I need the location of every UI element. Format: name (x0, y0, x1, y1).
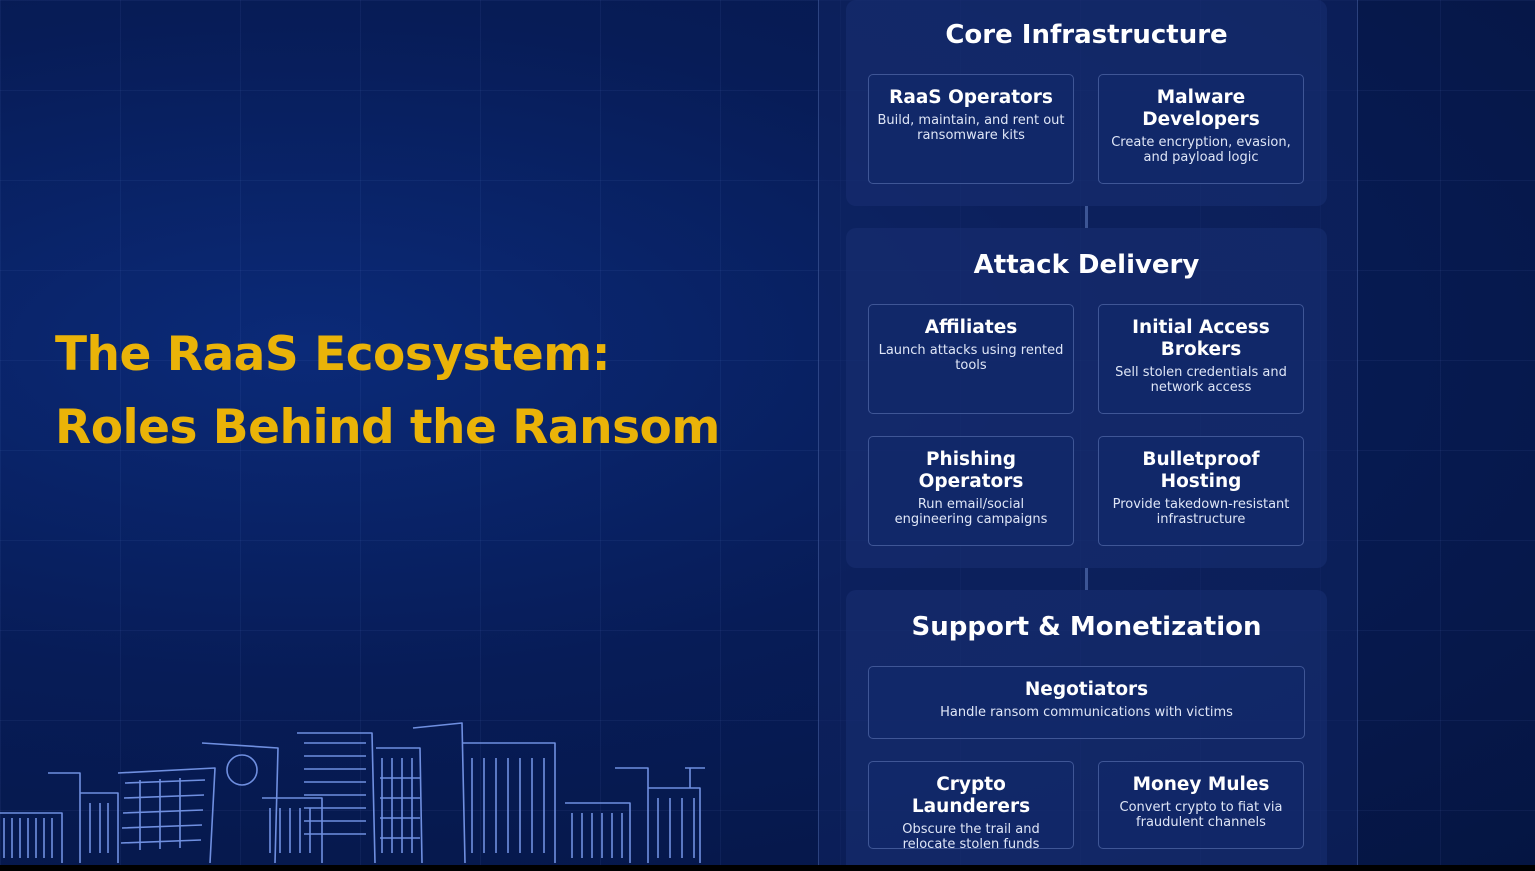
title-line-1: The RaaS Ecosystem: (55, 327, 611, 382)
card-description: Provide takedown-resistant infrastructur… (1112, 497, 1290, 527)
card-title: Money Mules (1132, 774, 1270, 795)
card-description: Create encryption, evasion, and payload … (1111, 135, 1291, 165)
card-description: Launch attacks using rented tools (878, 343, 1064, 373)
card-initial-access-brokers: Initial Access Brokers Sell stolen crede… (1098, 304, 1304, 414)
connector-line (1085, 206, 1088, 228)
card-description: Sell stolen credentials and network acce… (1115, 365, 1287, 395)
card-money-mules: Money Mules Convert crypto to fiat via f… (1098, 761, 1304, 849)
card-title: Affiliates (924, 317, 1018, 338)
card-negotiators: Negotiators Handle ransom communications… (868, 666, 1305, 739)
card-title: Bulletproof Hosting (1142, 449, 1260, 492)
card-description: Convert crypto to fiat via fraudulent ch… (1119, 800, 1283, 830)
card-raas-operators: RaaS Operators Build, maintain, and rent… (868, 74, 1074, 184)
card-description: Run email/social engineering campaigns (894, 497, 1048, 527)
card-description: Obscure the trail and relocate stolen fu… (902, 822, 1040, 852)
section-title: Attack Delivery (973, 250, 1200, 280)
card-description: Handle ransom communications with victim… (940, 705, 1233, 720)
bottom-edge-bar (0, 865, 1535, 871)
connector-line (1085, 568, 1088, 590)
card-title: Crypto Launderers (911, 774, 1031, 817)
card-description: Build, maintain, and rent out ransomware… (877, 113, 1065, 143)
card-bulletproof-hosting: Bulletproof Hosting Provide takedown-res… (1098, 436, 1304, 546)
card-title: RaaS Operators (889, 87, 1053, 108)
card-title: Malware Developers (1142, 87, 1260, 130)
card-affiliates: Affiliates Launch attacks using rented t… (868, 304, 1074, 414)
card-malware-developers: Malware Developers Create encryption, ev… (1098, 74, 1304, 184)
city-skyline-icon (0, 722, 705, 864)
title-line-2: Roles Behind the Ransom (55, 400, 720, 455)
card-title: Negotiators (1024, 679, 1149, 700)
card-title: Phishing Operators (918, 449, 1024, 492)
card-phishing-operators: Phishing Operators Run email/social engi… (868, 436, 1074, 546)
section-title: Core Infrastructure (945, 20, 1228, 50)
card-crypto-launderers: Crypto Launderers Obscure the trail and … (868, 761, 1074, 852)
page-title: The RaaS Ecosystem: Roles Behind the Ran… (55, 318, 775, 464)
card-title: Initial Access Brokers (1132, 317, 1270, 360)
section-title: Support & Monetization (911, 612, 1262, 642)
